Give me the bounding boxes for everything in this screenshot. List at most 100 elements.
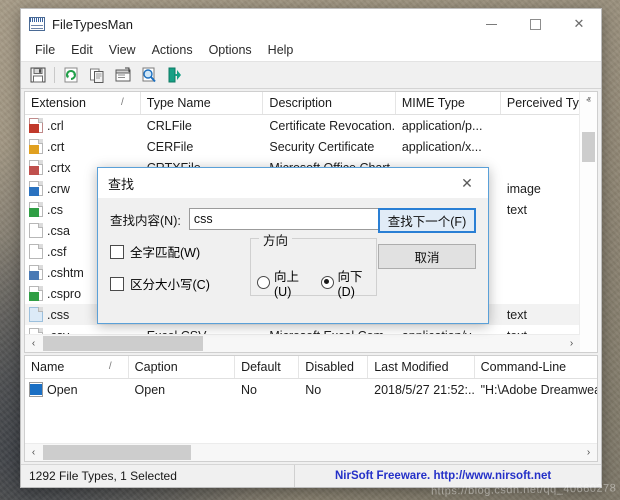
- cell-extension: .crw: [47, 182, 70, 196]
- direction-radio-group: 向上(U) 向下(D): [257, 266, 376, 299]
- table-row[interactable]: .crl CRLFile Certificate Revocation... a…: [25, 115, 597, 136]
- file-type-icon: [29, 307, 43, 322]
- sort-indicator: /: [109, 356, 112, 378]
- find-dialog-title-bar: 查找 ✕: [98, 168, 488, 198]
- nirsoft-link[interactable]: NirSoft Freeware. http://www.nirsoft.net: [295, 470, 551, 482]
- column-header-extension[interactable]: Extension /: [25, 92, 141, 114]
- close-button[interactable]: ✕: [557, 9, 601, 39]
- cell-mime-type: application/p...: [396, 119, 501, 133]
- column-header-last-modified[interactable]: Last Modified: [368, 356, 474, 378]
- horizontal-scroll-thumb[interactable]: [43, 336, 203, 351]
- scroll-left-icon[interactable]: ‹: [25, 444, 42, 461]
- column-header-mime-type[interactable]: MIME Type: [396, 92, 501, 114]
- cell-extension: .cspro: [47, 287, 81, 301]
- table-row[interactable]: .crt CERFile Security Certificate applic…: [25, 136, 597, 157]
- file-type-icon: [29, 181, 43, 196]
- vertical-scroll-thumb[interactable]: [582, 132, 595, 162]
- column-header-disabled[interactable]: Disabled: [299, 356, 368, 378]
- horizontal-scroll-thumb[interactable]: [43, 445, 191, 460]
- column-label-extension: Extension: [31, 96, 86, 110]
- save-icon[interactable]: [28, 65, 48, 85]
- cell-default: No: [235, 383, 299, 397]
- find-dialog-close-button[interactable]: ✕: [446, 168, 488, 198]
- find-dialog-title: 查找: [108, 174, 134, 193]
- column-header-description[interactable]: Description: [263, 92, 395, 114]
- column-header-caption[interactable]: Caption: [129, 356, 235, 378]
- direction-up-radio-row[interactable]: 向上(U): [257, 266, 313, 299]
- menu-actions[interactable]: Actions: [144, 41, 201, 59]
- scroll-up-icon[interactable]: ⱏ: [580, 92, 597, 109]
- maximize-icon: [530, 19, 541, 30]
- column-header-name[interactable]: Name /: [25, 356, 129, 378]
- find-icon[interactable]: [139, 65, 159, 85]
- cell-type-name: CERFile: [141, 140, 264, 154]
- cell-mime-type: application/x...: [396, 140, 501, 154]
- table-row[interactable]: Open Open No No 2018/5/27 21:52:... "H:\…: [25, 379, 597, 400]
- column-label-name: Name: [31, 360, 64, 374]
- action-icon: [29, 382, 43, 397]
- file-types-header: Extension / Type Name Description MIME T…: [25, 92, 597, 115]
- cell-caption: Open: [129, 383, 235, 397]
- match-case-label: 区分大小写(C): [130, 274, 210, 293]
- nirsoft-url[interactable]: http://www.nirsoft.net: [433, 470, 551, 482]
- cell-disabled: No: [299, 383, 368, 397]
- filetypesman-window: FileTypesMan ✕ File Edit View Actions Op…: [20, 8, 602, 488]
- cancel-button[interactable]: 取消: [378, 244, 476, 269]
- cell-extension: .cs: [47, 203, 63, 217]
- menu-bar: File Edit View Actions Options Help: [21, 39, 601, 62]
- find-what-input[interactable]: [189, 208, 380, 230]
- find-dialog: 查找 ✕ 查找内容(N): 全字匹配(W) 区分大小写(C): [97, 167, 489, 324]
- column-header-command-line[interactable]: Command-Line: [475, 356, 597, 378]
- scroll-right-icon[interactable]: ›: [580, 444, 597, 461]
- horizontal-scrollbar[interactable]: ‹ ›: [25, 334, 580, 352]
- app-icon: [29, 17, 45, 31]
- toolbar-separator: [54, 67, 55, 83]
- scroll-right-icon[interactable]: ›: [563, 335, 580, 352]
- file-type-icon: [29, 286, 43, 301]
- minimize-icon: [486, 24, 497, 25]
- find-next-button[interactable]: 查找下一个(F): [378, 208, 476, 233]
- cell-extension: .crt: [47, 140, 64, 154]
- match-case-checkbox[interactable]: [110, 277, 124, 291]
- find-dialog-body: 查找内容(N): 全字匹配(W) 区分大小写(C) 方向 向: [98, 198, 488, 323]
- maximize-button[interactable]: [513, 9, 557, 39]
- direction-down-radio[interactable]: [321, 276, 334, 289]
- status-count: 1292 File Types, 1 Selected: [21, 465, 295, 487]
- cell-type-name: CRLFile: [141, 119, 264, 133]
- menu-file[interactable]: File: [27, 41, 63, 59]
- file-type-icon: [29, 118, 43, 133]
- cell-extension: .csf: [47, 245, 66, 259]
- menu-view[interactable]: View: [101, 41, 144, 59]
- actions-horizontal-scrollbar[interactable]: ‹ ›: [25, 443, 597, 461]
- refresh-icon[interactable]: [61, 65, 81, 85]
- match-case-checkbox-row[interactable]: 区分大小写(C): [110, 274, 210, 293]
- copy-icon[interactable]: [87, 65, 107, 85]
- whole-word-checkbox-row[interactable]: 全字匹配(W): [110, 242, 210, 261]
- whole-word-checkbox[interactable]: [110, 245, 124, 259]
- column-header-default[interactable]: Default: [235, 356, 299, 378]
- title-bar: FileTypesMan ✕: [21, 9, 601, 39]
- menu-edit[interactable]: Edit: [63, 41, 101, 59]
- file-type-icon: [29, 223, 43, 238]
- menu-help[interactable]: Help: [260, 41, 302, 59]
- direction-legend: 方向: [259, 230, 292, 249]
- cell-extension: .crtx: [47, 161, 71, 175]
- cell-extension: .csa: [47, 224, 70, 238]
- exit-icon[interactable]: [165, 65, 185, 85]
- vertical-scrollbar[interactable]: ⱏ ⱟ: [579, 92, 597, 352]
- menu-options[interactable]: Options: [201, 41, 260, 59]
- direction-down-radio-row[interactable]: 向下(D): [321, 266, 377, 299]
- scroll-down-icon[interactable]: ⱟ: [580, 335, 597, 352]
- scroll-left-icon[interactable]: ‹: [25, 335, 42, 352]
- direction-up-label: 向上(U): [274, 266, 313, 299]
- direction-up-radio[interactable]: [257, 276, 270, 289]
- whole-word-label: 全字匹配(W): [130, 242, 200, 261]
- column-header-type-name[interactable]: Type Name: [141, 92, 264, 114]
- properties-icon[interactable]: [113, 65, 133, 85]
- actions-list[interactable]: Name / Caption Default Disabled Last Mod…: [24, 355, 598, 462]
- minimize-button[interactable]: [469, 9, 513, 39]
- cell-action-name: Open: [47, 383, 78, 397]
- cell-extension: .css: [47, 308, 69, 322]
- window-title: FileTypesMan: [52, 17, 133, 32]
- direction-down-label: 向下(D): [338, 266, 377, 299]
